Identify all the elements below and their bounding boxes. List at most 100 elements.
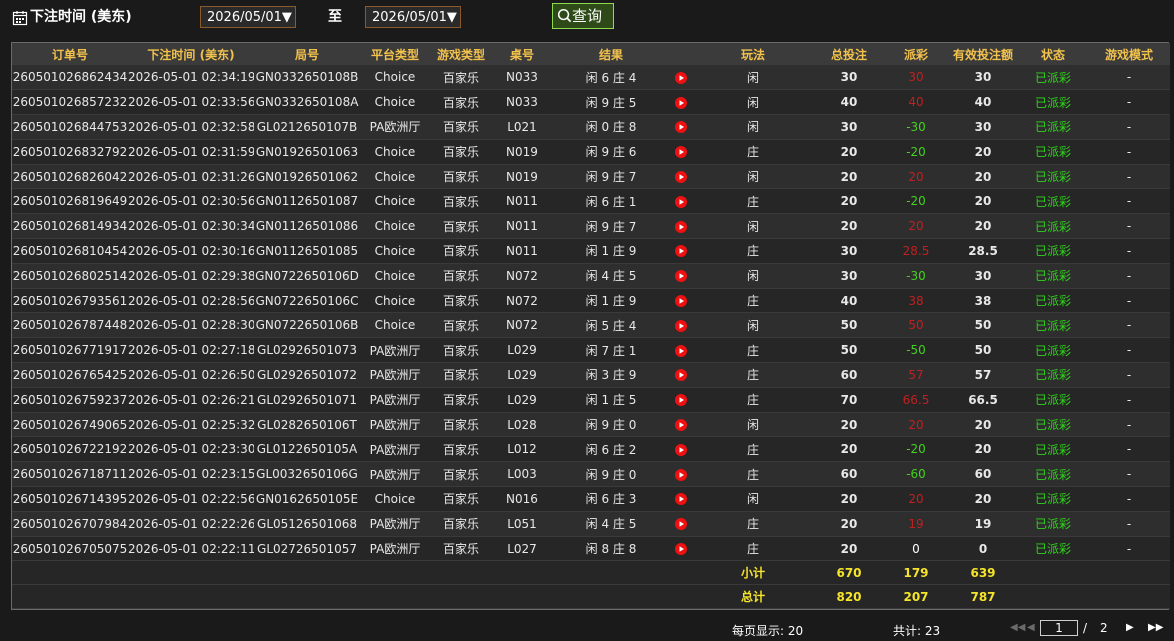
play-video-icon[interactable] [675,543,687,556]
game-mode-cell: - [1088,486,1170,512]
game-type-cell: 百家乐 [430,312,492,339]
replay-cell[interactable] [670,164,692,190]
total-bet-cell: 50 [814,337,884,364]
bet-record-table: 订单号 下注时间 (美东) 局号 平台类型 游戏类型 桌号 结果 玩法 总投注 派彩 有效投注额 状态… [11,42,1170,611]
payout-cell: 57 [884,362,948,388]
play-video-icon[interactable] [675,493,687,506]
table-row: 260501026862434 2026-05-01 02:34:19 GN0332… [12,65,1170,91]
date-to-select[interactable]: 2026/05/01▼ [365,6,461,28]
replay-cell[interactable] [670,263,692,289]
valid-bet-cell: 20 [948,139,1018,165]
play-video-icon[interactable] [675,518,687,531]
replay-cell[interactable] [670,536,692,562]
status-cell: 已派彩 [1018,312,1088,339]
valid-bet-cell: 19 [948,511,1018,537]
play-video-icon[interactable] [675,121,687,134]
order-id-cell: 260501026787448 [12,312,128,339]
play-video-icon[interactable] [675,319,687,332]
platform-cell: Choice [360,288,430,314]
status-cell: 已派彩 [1018,89,1088,116]
status-cell: 已派彩 [1018,412,1088,438]
play-video-icon[interactable] [675,443,687,456]
replay-cell[interactable] [670,188,692,215]
bet-time-cell: 2026-05-01 02:34:19 [128,65,254,91]
round-id-cell: GL0122650105A [254,436,360,463]
replay-cell[interactable] [670,139,692,165]
bet-option-cell: 闲 [692,65,814,91]
play-video-icon[interactable] [675,419,687,432]
replay-cell[interactable] [670,312,692,339]
table-row: 260501026787448 2026-05-01 02:28:30 GN0722… [12,312,1170,339]
play-video-icon[interactable] [675,146,687,159]
valid-bet-cell: 50 [948,312,1018,339]
round-id-cell: GN01126501086 [254,213,360,240]
table-id-cell: L012 [492,436,552,463]
round-id-cell: GN0722650106B [254,312,360,339]
play-video-icon[interactable] [675,468,687,481]
replay-cell[interactable] [670,65,692,91]
subtotal-valid-bet: 639 [948,560,1018,586]
game-mode-cell: - [1088,362,1170,388]
play-video-icon[interactable] [675,270,687,283]
play-video-icon[interactable] [675,71,687,84]
play-video-icon[interactable] [675,344,687,357]
pagination: 每页显示: 20 共计: 23 ◀◀ ◀ / 2 ▶ ▶▶ [0,616,1174,641]
platform-cell: PA欧洲厅 [360,114,430,140]
table-row: 260501026771917 2026-05-01 02:27:18 GL0292… [12,337,1170,364]
play-video-icon[interactable] [675,394,687,407]
status-cell: 已派彩 [1018,114,1088,140]
query-button-label: 查询 [572,7,603,25]
page-number-input[interactable] [1040,620,1078,636]
play-video-icon[interactable] [675,195,687,208]
total-bet-cell: 20 [814,511,884,537]
replay-cell[interactable] [670,89,692,116]
result-cell: 闲 1 庄 9 [552,238,670,264]
replay-cell[interactable] [670,114,692,140]
date-from-select[interactable]: 2026/05/01▼ [200,6,296,28]
bet-option-cell: 闲 [692,213,814,240]
replay-cell[interactable] [670,412,692,438]
table-id-cell: L028 [492,412,552,438]
platform-cell: PA欧洲厅 [360,536,430,562]
result-cell: 闲 0 庄 8 [552,114,670,140]
prev-page-icon[interactable]: ◀ [1027,621,1035,635]
play-video-icon[interactable] [675,220,687,233]
replay-cell[interactable] [670,486,692,512]
result-cell: 闲 6 庄 1 [552,188,670,215]
first-page-icon[interactable]: ◀◀ [1010,621,1025,635]
play-video-icon[interactable] [675,245,687,258]
replay-cell[interactable] [670,387,692,413]
column-header: 结果 [598,47,623,62]
replay-cell[interactable] [670,511,692,537]
play-video-icon[interactable] [675,369,687,382]
bet-option-cell: 庄 [692,337,814,364]
replay-cell[interactable] [670,436,692,463]
result-cell: 闲 4 庄 5 [552,511,670,537]
game-type-cell: 百家乐 [430,536,492,562]
column-header: 平台类型 [370,47,419,62]
result-cell: 闲 3 庄 9 [552,362,670,388]
play-video-icon[interactable] [675,96,687,109]
last-page-icon[interactable]: ▶▶ [1148,621,1163,635]
next-page-icon[interactable]: ▶ [1126,621,1134,635]
query-button[interactable]: 查询 [552,3,614,29]
order-id-cell: 260501026793561 [12,288,128,314]
round-id-cell: GL0282650106T [254,412,360,438]
platform-cell: PA欧洲厅 [360,412,430,438]
table-id-cell: N072 [492,312,552,339]
replay-cell[interactable] [670,461,692,488]
replay-cell[interactable] [670,337,692,364]
replay-cell[interactable] [670,362,692,388]
result-cell: 闲 6 庄 3 [552,486,670,512]
total-count: 共计: 23 [893,624,941,638]
replay-cell[interactable] [670,213,692,240]
play-video-icon[interactable] [675,295,687,308]
result-cell: 闲 9 庄 0 [552,412,670,438]
play-video-icon[interactable] [675,171,687,184]
valid-bet-cell: 30 [948,263,1018,289]
replay-cell[interactable] [670,238,692,264]
bet-option-cell: 庄 [692,238,814,264]
payout-cell: 20 [884,164,948,190]
bet-option-cell: 庄 [692,362,814,388]
replay-cell[interactable] [670,288,692,314]
